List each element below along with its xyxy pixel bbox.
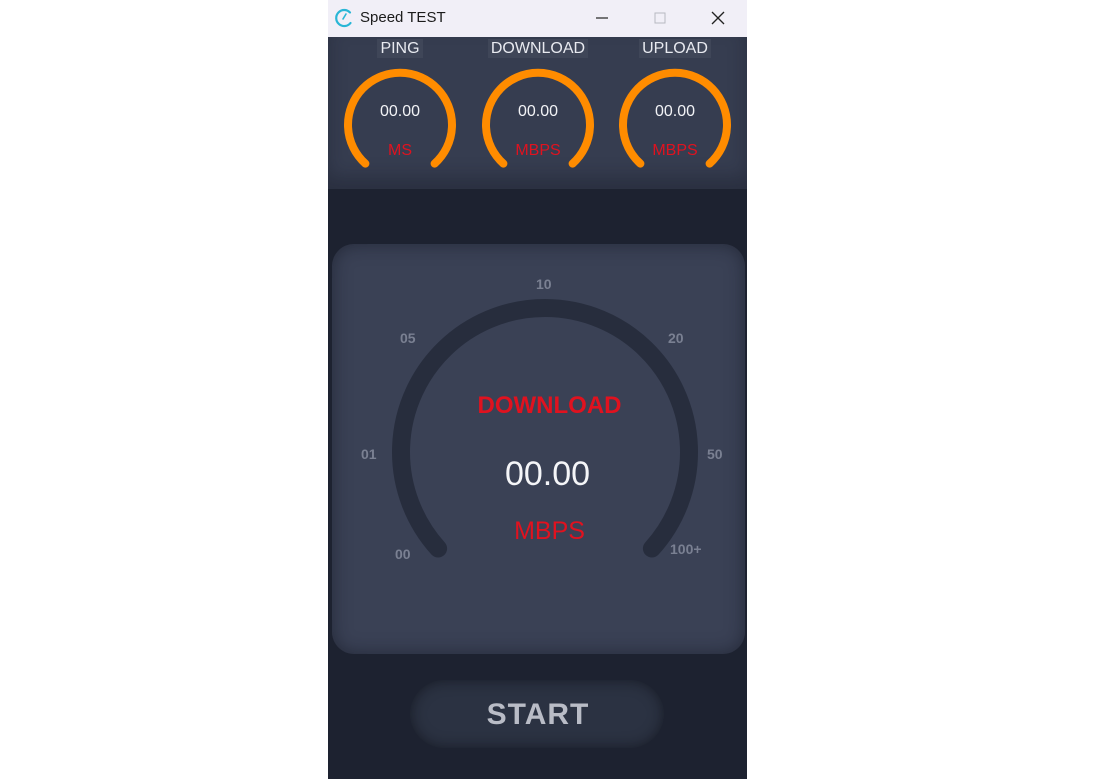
start-button[interactable]: START <box>410 680 664 748</box>
upload-label: UPLOAD <box>639 39 711 58</box>
stats-panel: PING 00.00 MS DOWNLOAD 00.00 MBPS UPLOAD… <box>328 37 747 189</box>
download-value: 00.00 <box>517 103 559 120</box>
ping-label: PING <box>377 39 423 58</box>
scale-tick-00: 00 <box>395 546 411 562</box>
download-label: DOWNLOAD <box>487 39 589 58</box>
main-gauge-panel: 00 01 05 10 20 50 100+ DOWNLOAD 00.00 MB… <box>332 244 745 654</box>
minimize-icon <box>596 17 608 19</box>
minimize-button[interactable] <box>579 0 625 37</box>
scale-tick-20: 20 <box>668 330 684 346</box>
title-bar[interactable]: Speed TEST <box>328 0 747 37</box>
start-button-label: START <box>486 698 590 731</box>
ping-value: 00.00 <box>379 103 421 120</box>
speedometer-app-icon <box>334 8 354 28</box>
main-gauge-unit: MBPS <box>514 517 585 545</box>
download-unit: MBPS <box>515 142 561 159</box>
scale-tick-05: 05 <box>400 330 416 346</box>
upload-unit: MBPS <box>652 142 698 159</box>
upload-gauge: UPLOAD 00.00 MBPS <box>610 37 740 189</box>
scale-tick-10: 10 <box>536 276 552 292</box>
ping-unit: MS <box>388 142 412 159</box>
speed-test-window: Speed TEST PING 00.00 MS DOWNLOAD 00.00 … <box>328 0 747 779</box>
download-mini-gauge: DOWNLOAD 00.00 MBPS <box>473 37 603 189</box>
close-icon <box>711 11 725 25</box>
maximize-icon <box>654 12 666 24</box>
window-title: Speed TEST <box>360 9 446 26</box>
main-gauge-value: 00.00 <box>504 455 591 493</box>
main-gauge-label: DOWNLOAD <box>477 392 622 419</box>
upload-value: 00.00 <box>654 103 696 120</box>
close-button[interactable] <box>695 0 741 37</box>
ping-gauge: PING 00.00 MS <box>335 37 465 189</box>
maximize-button[interactable] <box>637 0 683 37</box>
main-gauge-arc <box>392 299 698 558</box>
